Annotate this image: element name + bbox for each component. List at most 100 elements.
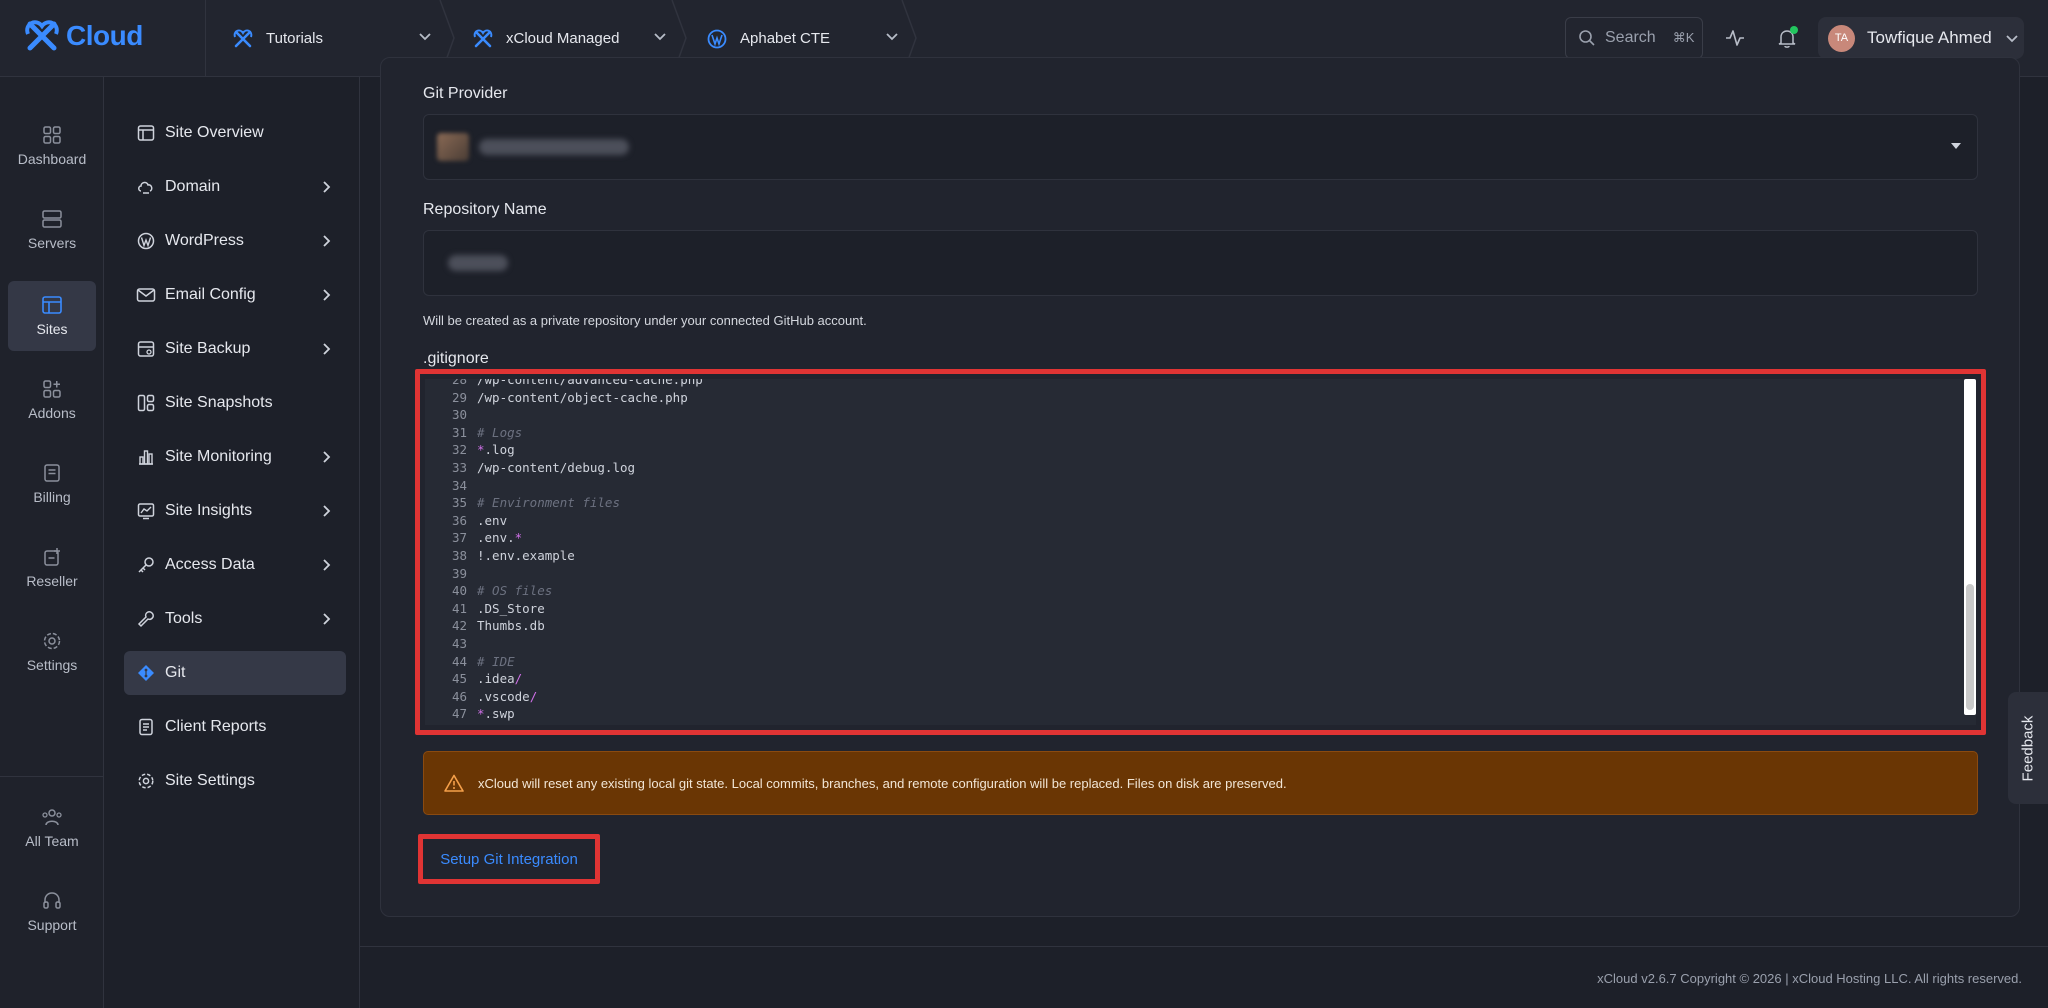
git-icon <box>136 663 156 683</box>
notification-dot <box>1790 26 1798 34</box>
line-number: 42 <box>451 618 467 634</box>
code-line: 28/wp-content/advanced-cache.php <box>425 379 703 389</box>
code-line: 34 <box>425 477 477 495</box>
setup-button-highlight: Setup Git Integration <box>418 834 600 884</box>
divider <box>0 776 104 777</box>
sidebar-item-site-insights[interactable]: Site Insights <box>124 489 346 533</box>
code-text: .DS_Store <box>477 600 545 616</box>
nav-label: Addons <box>28 405 76 421</box>
line-number: 40 <box>451 583 467 599</box>
nav-addons[interactable]: Addons <box>8 365 96 435</box>
brand-name: Cloud <box>66 20 143 51</box>
user-name: Towfique Ahmed <box>1867 28 1992 47</box>
editor-scrollbar[interactable] <box>1964 379 1976 715</box>
sidebar-item-site-snapshots[interactable]: Site Snapshots <box>124 381 346 425</box>
caret-down-icon <box>1951 143 1961 149</box>
billing-icon <box>44 464 60 482</box>
line-number: 43 <box>451 636 467 651</box>
sidebar-item-label: Email Config <box>165 286 256 303</box>
wordpress-icon <box>136 231 156 251</box>
line-number: 35 <box>451 495 467 511</box>
sidebar-item-tools[interactable]: Tools <box>124 597 346 641</box>
footer: xCloud v2.6.7 Copyright © 2026 | xCloud … <box>360 946 2048 1008</box>
code-text: # Logs <box>477 424 523 440</box>
nav-reseller[interactable]: Reseller <box>8 533 96 603</box>
nav-support[interactable]: Support <box>8 877 96 947</box>
divider <box>205 0 206 77</box>
xcloud-logo-icon <box>232 28 254 50</box>
sidebar-item-label: Site Snapshots <box>165 394 273 411</box>
nav-billing[interactable]: Billing <box>8 449 96 519</box>
search-shortcut: ⌘K <box>1672 30 1695 45</box>
chevron-right-icon <box>323 289 331 301</box>
warning-text: xCloud will reset any existing local git… <box>478 775 1287 791</box>
code-text: /wp-content/object-cache.php <box>477 389 688 405</box>
code-line: 41 .DS_Store <box>425 600 545 618</box>
chevron-right-icon <box>323 235 331 247</box>
search-button[interactable]: Search ⌘K <box>1565 17 1703 59</box>
code-text: !.env.example <box>477 548 575 563</box>
repository-name-label: Repository Name <box>423 201 547 218</box>
setup-git-integration-button[interactable]: Setup Git Integration <box>428 843 590 875</box>
code-text: /wp-content/advanced-cache.php <box>477 379 703 387</box>
feedback-label: Feedback <box>2019 715 2037 781</box>
chevron-right-icon <box>323 181 331 193</box>
sidebar-item-client-reports[interactable]: Client Reports <box>124 705 346 749</box>
chevron-down-icon <box>2006 35 2018 43</box>
notifications-button[interactable] <box>1773 24 1801 52</box>
xcloud-logo[interactable]: Cloud <box>22 14 143 58</box>
sidebar-item-site-backup[interactable]: Site Backup <box>124 327 346 371</box>
nav-label: Dashboard <box>17 151 87 167</box>
repository-name-input[interactable] <box>423 230 1978 296</box>
chevron-down-icon <box>886 33 898 41</box>
nav-dashboard[interactable]: Dashboard <box>8 111 96 181</box>
editor-scrollbar-thumb[interactable] <box>1966 584 1974 710</box>
nav-settings[interactable]: Settings <box>8 617 96 687</box>
sidebar-item-access-data[interactable]: Access Data <box>124 543 346 587</box>
wordpress-icon <box>706 28 728 50</box>
gitignore-label: .gitignore <box>423 350 489 367</box>
sidebar-item-site-monitoring[interactable]: Site Monitoring <box>124 435 346 479</box>
team-icon <box>42 809 62 826</box>
search-icon <box>1579 30 1595 46</box>
code-line: 39 <box>425 565 477 583</box>
git-provider-select[interactable] <box>423 114 1978 180</box>
line-number: 38 <box>451 548 467 563</box>
code-line: 35 # Environment files <box>425 494 620 512</box>
dashboard-icon <box>43 126 61 144</box>
activity-button[interactable] <box>1721 24 1749 52</box>
sidebar-item-site-settings[interactable]: Site Settings <box>124 759 346 803</box>
code-text: Thumbs.db <box>477 618 545 634</box>
feedback-tab[interactable]: Feedback <box>2008 692 2048 804</box>
sidebar-item-wordpress[interactable]: WordPress <box>124 219 346 263</box>
code-line: 46 .vscode/ <box>425 688 537 706</box>
nav-sites[interactable]: Sites <box>8 281 96 351</box>
line-number: 36 <box>451 512 467 528</box>
code-line: 47 *.swp <box>425 705 515 723</box>
addons-icon <box>43 380 61 398</box>
sidebar-item-label: Site Insights <box>165 502 253 519</box>
gitignore-editor[interactable]: 28/wp-content/advanced-cache.php 29/wp-co… <box>425 379 1976 725</box>
code-text: .vscode/ <box>477 688 538 704</box>
chevron-right-icon <box>323 505 331 517</box>
code-text: /wp-content/debug.log <box>477 460 636 475</box>
code-line: 33/wp-content/debug.log <box>425 459 635 477</box>
nav-label: Reseller <box>26 573 78 589</box>
breadcrumb-label: Aphabet CTE <box>740 30 831 47</box>
gitignore-editor-highlight: 28/wp-content/advanced-cache.php 29/wp-co… <box>415 369 1986 735</box>
sidebar-item-site-overview[interactable]: Site Overview <box>124 111 346 155</box>
sidebar-item-git[interactable]: Git <box>124 651 346 695</box>
settings-icon <box>43 632 61 650</box>
sidebar-item-email-config[interactable]: Email Config <box>124 273 346 317</box>
user-menu[interactable]: TA Towfique Ahmed <box>1818 17 2024 59</box>
breadcrumb-label: xCloud Managed <box>506 30 620 47</box>
code-line: 43 <box>425 635 477 653</box>
avatar: TA <box>1828 24 1855 52</box>
nav-all-team[interactable]: All Team <box>8 793 96 863</box>
search-label: Search <box>1605 29 1656 46</box>
sidebar-item-label: Domain <box>165 178 221 195</box>
nav-servers[interactable]: Servers <box>8 195 96 265</box>
repository-help-text: Will be created as a private repository … <box>423 313 867 328</box>
monitoring-icon <box>136 447 156 467</box>
sidebar-item-domain[interactable]: Domain <box>124 165 346 209</box>
